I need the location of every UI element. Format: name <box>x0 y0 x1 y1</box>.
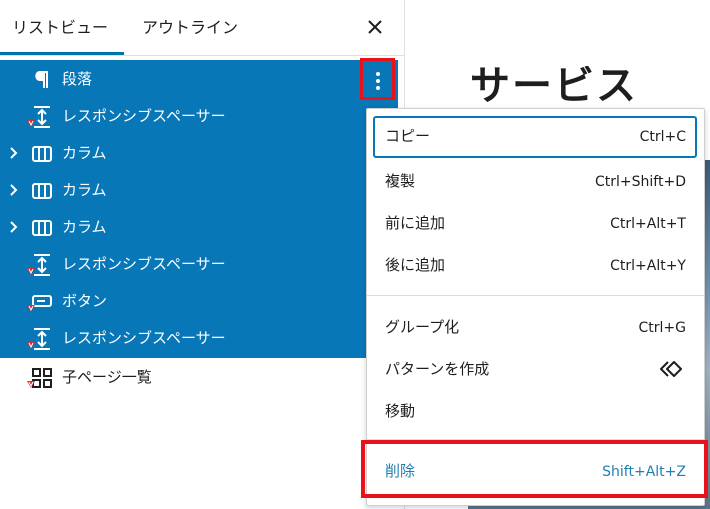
menu-separator <box>367 439 704 440</box>
plugin-badge-icon <box>27 268 35 275</box>
menu-item-insert-after[interactable]: 後に追加 Ctrl+Alt+Y <box>367 245 704 285</box>
block-options-menu: コピー Ctrl+C 複製 Ctrl+Shift+D 前に追加 Ctrl+Alt… <box>366 108 705 506</box>
chevron-right-icon[interactable] <box>7 146 21 160</box>
menu-item-shortcut: Ctrl+G <box>638 320 687 336</box>
list-item-paragraph[interactable]: 段落 <box>0 61 360 98</box>
list-item-spacer[interactable]: レスポンシブスペーサー <box>0 320 360 357</box>
plugin-badge-icon <box>27 342 35 349</box>
menu-item-label: グループ化 <box>385 318 460 336</box>
pattern-icon <box>660 361 682 377</box>
list-item-button[interactable]: ボタン <box>0 283 360 320</box>
list-item-label: レスポンシブスペーサー <box>62 329 226 347</box>
paragraph-icon <box>35 71 48 88</box>
columns-icon <box>32 146 52 162</box>
close-button[interactable] <box>360 12 390 42</box>
block-options-button[interactable] <box>360 62 396 100</box>
list-item-spacer[interactable]: レスポンシブスペーサー <box>0 246 360 283</box>
canvas-heading: サービス <box>470 66 638 106</box>
list-view-panel: リストビュー アウトライン 段落 レスポンシブスペーサー カラム カラム カラム… <box>0 0 405 509</box>
columns-icon <box>32 220 52 236</box>
plugin-badge-icon <box>27 305 35 312</box>
menu-item-shortcut: Ctrl+C <box>639 129 686 145</box>
menu-item-label: 削除 <box>385 462 416 480</box>
plugin-badge-icon <box>27 381 35 388</box>
menu-item-insert-before[interactable]: 前に追加 Ctrl+Alt+T <box>367 203 704 243</box>
menu-item-create-pattern[interactable]: パターンを作成 <box>367 349 704 389</box>
list-item-label: カラム <box>62 181 107 199</box>
menu-item-shortcut: Ctrl+Alt+T <box>610 216 686 232</box>
menu-separator <box>367 295 704 296</box>
tab-outline[interactable]: アウトライン <box>142 0 238 55</box>
plugin-badge-icon <box>27 120 35 127</box>
list-item-label: 子ページ一覧 <box>62 368 152 386</box>
list-item-label: カラム <box>62 144 107 162</box>
chevron-right-icon[interactable] <box>7 220 21 234</box>
tab-list-view[interactable]: リストビュー <box>12 0 108 55</box>
menu-item-shortcut: Ctrl+Alt+Y <box>610 258 686 274</box>
menu-item-shortcut: Shift+Alt+Z <box>602 464 686 480</box>
menu-item-label: 前に追加 <box>385 214 446 232</box>
panel-tabs: リストビュー アウトライン <box>0 0 404 56</box>
menu-item-move[interactable]: 移動 <box>367 391 704 431</box>
list-item-label: レスポンシブスペーサー <box>62 107 226 125</box>
list-item-label: ボタン <box>62 292 108 310</box>
menu-item-label: 移動 <box>385 402 416 420</box>
active-tab-indicator <box>0 52 124 55</box>
columns-icon <box>32 183 52 199</box>
list-item-label: 段落 <box>62 70 93 88</box>
list-item-spacer[interactable]: レスポンシブスペーサー <box>0 98 360 135</box>
more-vertical-icon <box>376 72 380 90</box>
menu-item-shortcut: Ctrl+Shift+D <box>595 174 686 190</box>
list-item-columns[interactable]: カラム <box>0 172 360 209</box>
chevron-right-icon[interactable] <box>7 183 21 197</box>
menu-item-label: パターンを作成 <box>385 360 490 378</box>
menu-item-duplicate[interactable]: 複製 Ctrl+Shift+D <box>367 161 704 201</box>
menu-item-label: 後に追加 <box>385 256 446 274</box>
list-item-columns[interactable]: カラム <box>0 209 360 246</box>
menu-item-group[interactable]: グループ化 Ctrl+G <box>367 307 704 347</box>
menu-item-copy[interactable]: コピー Ctrl+C <box>367 116 704 158</box>
menu-item-delete[interactable]: 削除 Shift+Alt+Z <box>367 451 704 491</box>
list-item-label: レスポンシブスペーサー <box>62 255 226 273</box>
list-item-columns[interactable]: カラム <box>0 135 360 172</box>
list-item-label: カラム <box>62 218 107 236</box>
menu-item-label: コピー <box>385 127 431 145</box>
menu-item-label: 複製 <box>385 172 416 190</box>
list-item-child-pages[interactable]: 子ページ一覧 <box>0 359 360 396</box>
close-icon <box>368 20 382 34</box>
